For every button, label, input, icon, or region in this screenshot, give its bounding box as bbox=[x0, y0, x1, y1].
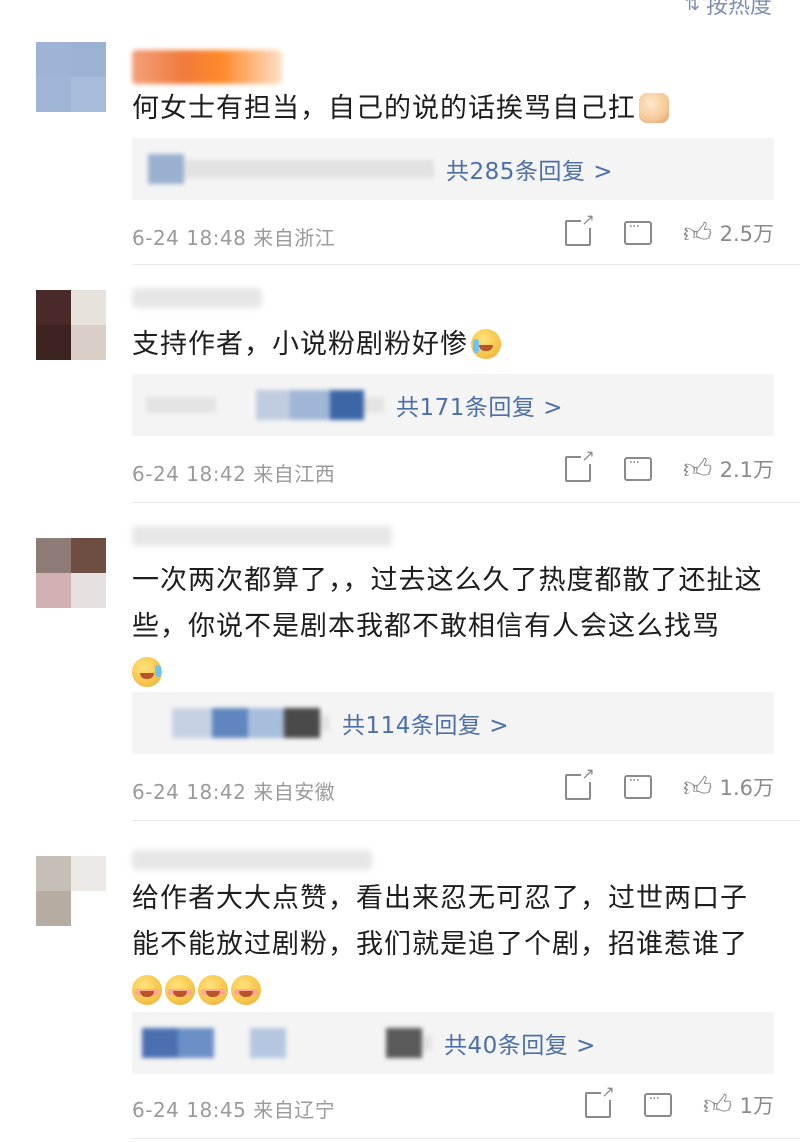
reply-preview[interactable]: 共285条回复 > bbox=[132, 138, 774, 200]
avatar[interactable] bbox=[36, 42, 106, 112]
author-name-blurred[interactable] bbox=[132, 850, 372, 870]
avatar[interactable] bbox=[36, 290, 106, 360]
reply-preview[interactable]: 共40条回复 > bbox=[132, 1012, 774, 1074]
sort-toggle[interactable]: ⇅ 按热度 bbox=[685, 0, 772, 20]
reply-count-link[interactable]: 共114条回复 > bbox=[342, 706, 509, 740]
comment-actions: 👍︎ 2.5万 bbox=[532, 212, 774, 249]
reply-count-link[interactable]: 共171条回复 > bbox=[396, 388, 563, 422]
share-icon[interactable] bbox=[564, 212, 595, 247]
shy-emoji-icon bbox=[231, 975, 261, 1005]
comment-icon[interactable] bbox=[623, 773, 652, 801]
reply-preview-blurred bbox=[132, 692, 330, 754]
crying-emoji-icon bbox=[471, 329, 501, 359]
divider bbox=[132, 264, 800, 265]
avatar[interactable] bbox=[36, 856, 106, 926]
reply-preview[interactable]: 共171条回复 > bbox=[132, 374, 774, 436]
comment-location: 来自安徽 bbox=[253, 780, 336, 804]
like-icon[interactable]: 👍︎ bbox=[683, 216, 712, 249]
comment-actions: 👍︎ 1万 bbox=[552, 1084, 774, 1121]
comment-text: 何女士有担当，自己的说的话挨骂自己扛 bbox=[132, 86, 764, 132]
comment-time: 6-24 18:45 bbox=[132, 1098, 247, 1122]
reply-count-link[interactable]: 共285条回复 > bbox=[446, 152, 613, 186]
comment-text: 一次两次都算了，，过去这么久了热度都散了还扯这些，你说不是剧本我都不敢相信有人会… bbox=[132, 558, 764, 696]
comment-meta: 6-24 18:42 来自江西 bbox=[132, 458, 335, 487]
laughing-crying-emoji-icon bbox=[132, 657, 162, 687]
like-count: 2.1万 bbox=[719, 458, 774, 482]
like-count: 1.6万 bbox=[719, 776, 774, 800]
comment-meta: 6-24 18:42 来自安徽 bbox=[132, 776, 335, 805]
divider bbox=[132, 1138, 800, 1139]
like-count: 1万 bbox=[739, 1094, 774, 1118]
shy-emoji-icon bbox=[132, 975, 162, 1005]
reply-preview-blurred bbox=[132, 374, 384, 436]
comment-actions: 👍︎ 2.1万 bbox=[532, 448, 774, 485]
comment-meta: 6-24 18:45 来自辽宁 bbox=[132, 1094, 335, 1123]
reply-preview-blurred bbox=[132, 138, 434, 200]
like-count: 2.5万 bbox=[719, 222, 774, 246]
comment-time: 6-24 18:42 bbox=[132, 780, 247, 804]
comment-icon[interactable] bbox=[623, 219, 652, 247]
share-icon[interactable] bbox=[564, 448, 595, 483]
comment-location: 来自浙江 bbox=[253, 226, 336, 250]
comment-actions: 👍︎ 1.6万 bbox=[532, 766, 774, 803]
comment-text: 给作者大大点赞，看出来忍无可忍了，过世两口子能不能放过剧粉，我们就是追了个剧，招… bbox=[132, 876, 764, 1014]
divider bbox=[132, 502, 800, 503]
author-name-blurred[interactable] bbox=[132, 526, 392, 546]
reply-count-link[interactable]: 共40条回复 > bbox=[444, 1026, 596, 1060]
comment-time: 6-24 18:48 bbox=[132, 226, 247, 250]
like-icon[interactable]: 👍︎ bbox=[683, 770, 712, 803]
shy-emoji-icon bbox=[198, 975, 228, 1005]
comment-icon[interactable] bbox=[623, 455, 652, 483]
comment-time: 6-24 18:42 bbox=[132, 462, 247, 486]
reply-preview[interactable]: 共114条回复 > bbox=[132, 692, 774, 754]
sort-label: 按热度 bbox=[705, 0, 772, 19]
share-icon[interactable] bbox=[564, 766, 595, 801]
comment-text: 支持作者，小说粉剧粉好惨 bbox=[132, 322, 764, 368]
author-name-blurred[interactable] bbox=[132, 50, 282, 84]
comment-location: 来自辽宁 bbox=[253, 1098, 336, 1122]
share-icon[interactable] bbox=[584, 1084, 615, 1119]
reply-preview-blurred bbox=[132, 1012, 432, 1074]
sort-icon: ⇅ bbox=[684, 0, 700, 15]
comment-location: 来自江西 bbox=[253, 462, 336, 486]
fist-emoji-icon bbox=[639, 93, 669, 123]
divider bbox=[132, 820, 800, 821]
like-icon[interactable]: 👍︎ bbox=[703, 1088, 732, 1121]
shy-emoji-icon bbox=[165, 975, 195, 1005]
comment-icon[interactable] bbox=[643, 1091, 672, 1119]
author-name-blurred[interactable] bbox=[132, 288, 262, 308]
comment-meta: 6-24 18:48 来自浙江 bbox=[132, 222, 335, 251]
like-icon[interactable]: 👍︎ bbox=[683, 452, 712, 485]
avatar[interactable] bbox=[36, 538, 106, 608]
